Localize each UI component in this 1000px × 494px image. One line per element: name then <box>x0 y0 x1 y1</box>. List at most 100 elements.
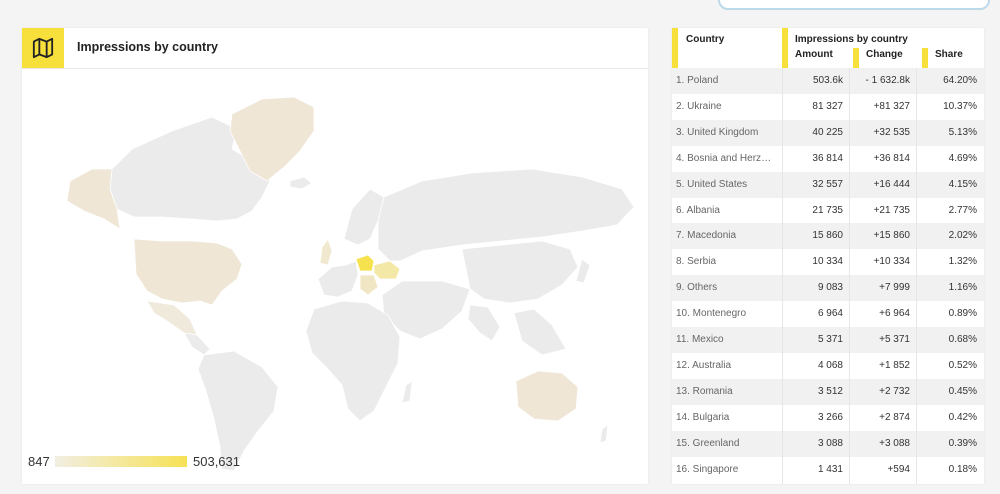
map-country-united-kingdom[interactable] <box>319 238 333 266</box>
map-country-mexico[interactable] <box>146 300 198 336</box>
map-country-southeast-asia[interactable] <box>513 308 567 356</box>
country-table: Country Impressions by country Amount Ch… <box>672 28 984 484</box>
change-cell: +21 735 <box>873 204 910 216</box>
map-icon <box>22 28 64 68</box>
country-cell: 5. United States <box>676 178 748 190</box>
table-row[interactable]: 5. United States 32 557 +16 444 4.15% <box>672 171 984 198</box>
table-row[interactable]: 16. Singapore 1 431 +594 0.18% <box>672 457 984 483</box>
map-country-poland[interactable] <box>355 254 375 272</box>
country-cell: 4. Bosnia and Herze… <box>676 152 776 164</box>
change-cell: +1 852 <box>879 359 910 371</box>
table-row[interactable]: 2. Ukraine 81 327 +81 327 10.37% <box>672 94 984 120</box>
world-map[interactable]: 847 503,631 <box>22 69 648 484</box>
map-country-europe-west[interactable] <box>317 260 359 298</box>
amount-cell: 40 225 <box>812 126 843 138</box>
table-row[interactable]: 1. Poland 503.6k - 1 632.8k 64.20% <box>672 68 984 94</box>
amount-cell: 1 431 <box>817 463 843 475</box>
change-cell: +10 334 <box>873 256 910 268</box>
change-cell: +7 999 <box>879 282 910 294</box>
share-cell: 2.02% <box>948 230 977 242</box>
country-cell: 13. Romania <box>676 385 733 397</box>
table-row[interactable]: 8. Serbia 10 334 +10 334 1.32% <box>672 249 984 275</box>
map-country-balkans[interactable] <box>359 274 379 296</box>
table-row[interactable]: 14. Bulgaria 3 266 +2 874 0.42% <box>672 405 984 431</box>
map-card-header: Impressions by country <box>22 28 648 69</box>
amount-cell: 6 964 <box>817 308 843 320</box>
map-country-iceland[interactable] <box>289 176 313 190</box>
header-change[interactable]: Change <box>866 49 903 60</box>
change-cell: +6 964 <box>879 308 910 320</box>
column-divider <box>916 68 917 484</box>
map-country-africa[interactable] <box>305 300 401 422</box>
share-cell: 0.68% <box>948 334 977 345</box>
change-cell: - 1 632.8k <box>865 75 910 86</box>
share-cell: 2.77% <box>948 204 977 216</box>
map-country-japan[interactable] <box>575 258 591 284</box>
map-country-south-america[interactable] <box>197 350 279 472</box>
country-cell: 6. Albania <box>676 204 720 216</box>
table-row[interactable]: 15. Greenland 3 088 +3 088 0.39% <box>672 430 984 457</box>
column-divider <box>849 68 850 484</box>
legend-max-label: 503,631 <box>193 454 240 469</box>
amount-cell: 32 557 <box>812 178 843 190</box>
map-country-ukraine[interactable] <box>373 260 401 280</box>
country-cell: 15. Greenland <box>676 437 740 449</box>
share-cell: 4.69% <box>948 152 977 164</box>
share-cell: 5.13% <box>948 126 977 138</box>
country-cell: 2. Ukraine <box>676 100 722 112</box>
table-row[interactable]: 3. United Kingdom 40 225 +32 535 5.13% <box>672 119 984 146</box>
map-country-south-asia[interactable] <box>467 304 501 342</box>
table-row[interactable]: 12. Australia 4 068 +1 852 0.52% <box>672 353 984 379</box>
map-country-china[interactable] <box>461 240 579 304</box>
map-country-united-states[interactable] <box>133 238 243 306</box>
header-country[interactable]: Country <box>686 34 724 45</box>
change-cell: +2 874 <box>879 411 910 423</box>
change-cell: +2 732 <box>879 385 910 397</box>
header-accent-bar <box>853 48 859 68</box>
share-cell: 10.37% <box>943 100 977 112</box>
country-cell: 10. Montenegro <box>676 308 747 320</box>
table-row[interactable]: 4. Bosnia and Herze… 36 814 +36 814 4.69% <box>672 146 984 172</box>
amount-cell: 36 814 <box>812 152 843 164</box>
change-cell: +15 860 <box>873 230 910 242</box>
share-cell: 1.16% <box>948 282 977 294</box>
change-cell: +3 088 <box>879 437 910 449</box>
table-row[interactable]: 9. Others 9 083 +7 999 1.16% <box>672 275 984 302</box>
country-cell: 8. Serbia <box>676 256 717 268</box>
amount-cell: 5 371 <box>817 334 843 345</box>
table-row[interactable]: 6. Albania 21 735 +21 735 2.77% <box>672 198 984 224</box>
share-cell: 0.39% <box>948 437 977 449</box>
table-row[interactable]: 10. Montenegro 6 964 +6 964 0.89% <box>672 301 984 327</box>
amount-cell: 3 266 <box>817 411 843 423</box>
column-divider <box>782 68 783 484</box>
change-cell: +81 327 <box>873 100 910 112</box>
country-cell: 7. Macedonia <box>676 230 737 242</box>
header-amount[interactable]: Amount <box>795 49 833 60</box>
table-row[interactable]: 11. Mexico 5 371 +5 371 0.68% <box>672 327 984 353</box>
amount-cell: 3 088 <box>817 437 843 449</box>
amount-cell: 9 083 <box>817 282 843 294</box>
map-country-central-america[interactable] <box>183 332 211 356</box>
change-cell: +594 <box>887 463 910 475</box>
share-cell: 64.20% <box>943 75 977 86</box>
change-cell: +36 814 <box>873 152 910 164</box>
share-cell: 0.18% <box>948 463 977 475</box>
amount-cell: 15 860 <box>812 230 843 242</box>
map-country-new-zealand[interactable] <box>599 424 609 444</box>
map-country-australia[interactable] <box>515 370 579 422</box>
table-row[interactable]: 13. Romania 3 512 +2 732 0.45% <box>672 378 984 405</box>
header-impressions-group: Impressions by country <box>795 34 908 45</box>
country-cell: 16. Singapore <box>676 463 739 475</box>
share-cell: 0.45% <box>948 385 977 397</box>
map-card: Impressions by country 847 503,631 <box>22 28 648 484</box>
amount-cell: 81 327 <box>812 100 843 112</box>
header-share[interactable]: Share <box>935 49 963 60</box>
legend-min-label: 847 <box>28 454 50 469</box>
share-cell: 0.52% <box>948 359 977 371</box>
amount-cell: 21 735 <box>812 204 843 216</box>
map-country-madagascar[interactable] <box>401 380 413 404</box>
search-field[interactable] <box>718 0 990 10</box>
change-cell: +16 444 <box>873 178 910 190</box>
country-cell: 1. Poland <box>676 75 719 86</box>
table-row[interactable]: 7. Macedonia 15 860 +15 860 2.02% <box>672 223 984 250</box>
